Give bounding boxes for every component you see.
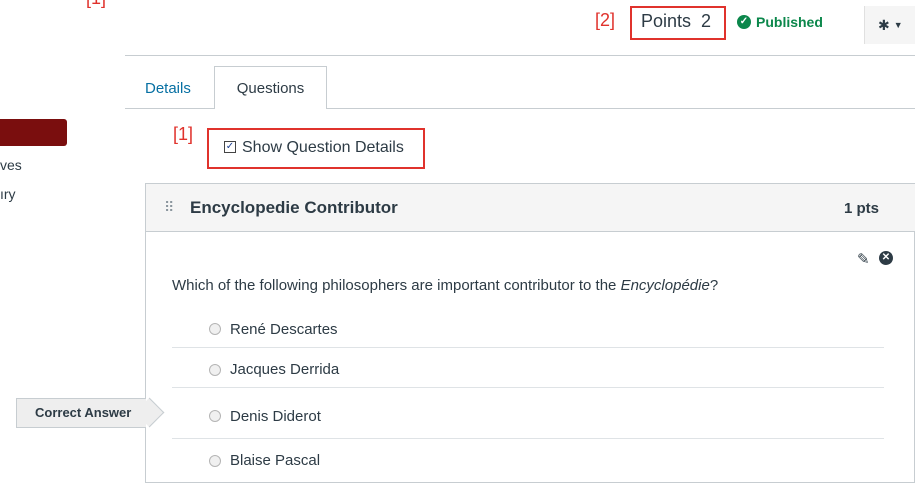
tab-details[interactable]: Details (145, 80, 191, 97)
header-divider (125, 55, 915, 56)
answer-option-correct: Denis Diderot (172, 390, 884, 439)
answer-option: Blaise Pascal (172, 439, 884, 479)
question-text-emphasis: Encyclopédie (620, 277, 710, 294)
answer-label: Blaise Pascal (230, 452, 321, 469)
answer-label: René Descartes (230, 321, 338, 338)
annotation-label-1-partial: [1] (86, 0, 106, 9)
show-question-details-checkbox[interactable]: ✓ (224, 141, 236, 153)
question-text-before: Which of the following philosophers are … (172, 277, 621, 294)
correct-answer-label: Correct Answer (35, 405, 132, 420)
question-text: Which of the following philosophers are … (172, 277, 718, 294)
answer-label: Denis Diderot (230, 408, 321, 425)
tabs-divider (327, 108, 915, 109)
pencil-icon[interactable]: ✎ (857, 250, 870, 268)
gear-icon: ✱ (878, 16, 890, 33)
tabs-divider (125, 108, 214, 109)
correct-answer-flag: Correct Answer (16, 397, 165, 428)
answer-option: Jacques Derrida (172, 348, 884, 388)
question-points: 1 pts (844, 200, 880, 217)
sidebar-active-item[interactable] (0, 119, 67, 146)
settings-menu-button[interactable]: ✱ ▼ (864, 6, 915, 44)
answer-option: René Descartes (172, 308, 884, 348)
question-text-after: ? (709, 277, 719, 294)
delete-icon[interactable]: ✕ (879, 251, 893, 265)
annotation-label-2: [2] (595, 10, 616, 30)
answer-label: Jacques Derrida (230, 361, 340, 378)
published-label: Published (756, 14, 823, 30)
check-circle-icon: ✓ (737, 15, 751, 29)
annotation-label-1: [1] (173, 124, 194, 144)
answer-radio[interactable] (209, 410, 221, 422)
sidebar-item-partial[interactable]: ves (0, 157, 22, 173)
show-question-details-label[interactable]: Show Question Details (242, 139, 404, 157)
tab-questions[interactable]: Questions (214, 66, 327, 109)
sidebar-item-partial[interactable]: ıry (0, 186, 16, 202)
caret-down-icon: ▼ (893, 20, 903, 30)
question-title: Encyclopedie Contributor (190, 198, 398, 217)
answer-radio[interactable] (209, 323, 221, 335)
published-status[interactable]: ✓ Published (737, 14, 823, 30)
points-display: Points 2 (641, 11, 712, 31)
answer-radio[interactable] (209, 364, 221, 376)
drag-handle-icon[interactable]: ⠿ (164, 199, 174, 216)
answer-radio[interactable] (209, 455, 221, 467)
